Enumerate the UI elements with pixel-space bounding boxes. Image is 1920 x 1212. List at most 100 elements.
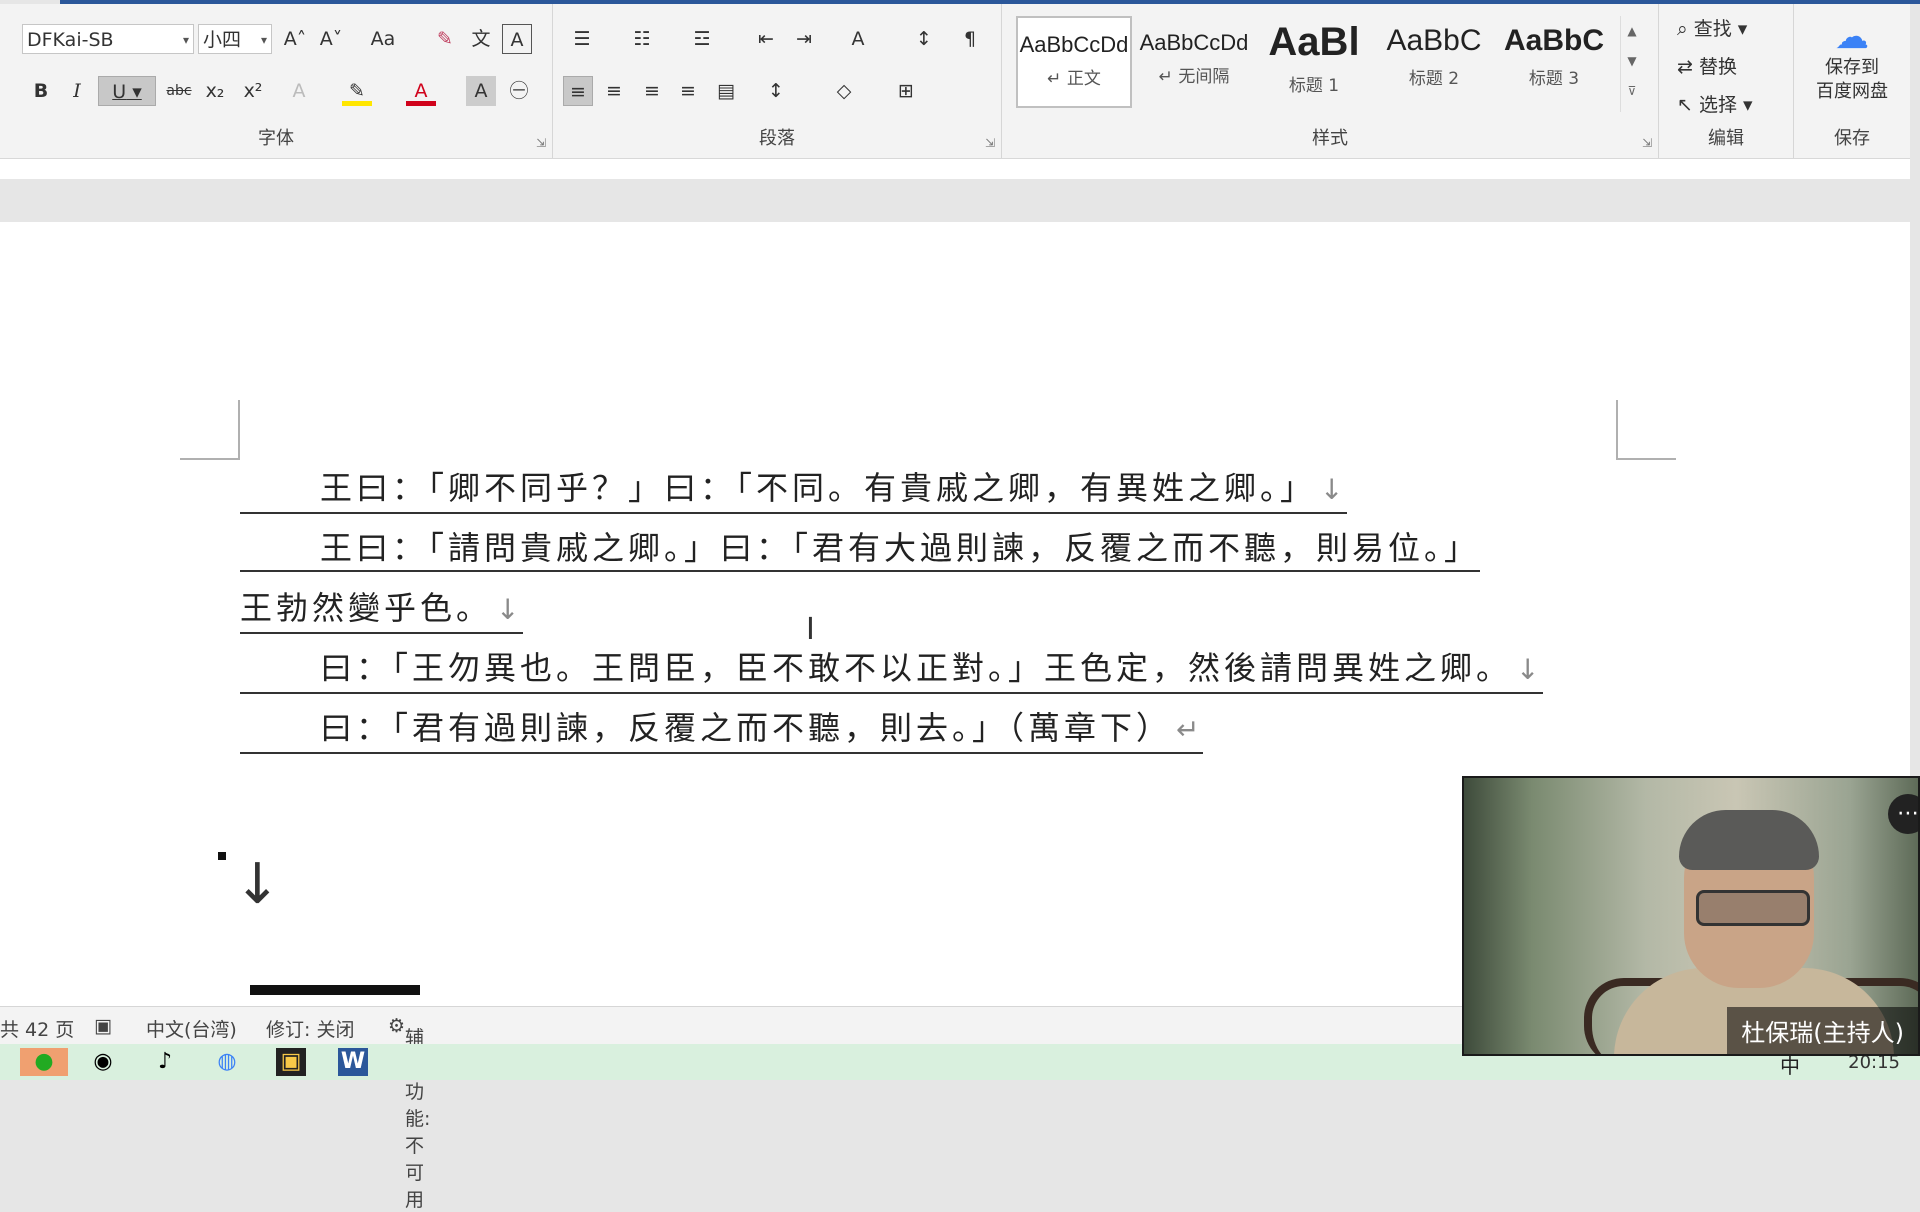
enclosed-char-button[interactable]: ㊀ xyxy=(504,76,534,106)
grow-font-icon: A˄ xyxy=(283,28,307,50)
shrink-font-icon: A˅ xyxy=(319,28,343,50)
char-border-button[interactable]: A xyxy=(502,24,532,54)
paragraph-mark-icon: ↓ xyxy=(1320,473,1348,506)
chat-icon[interactable]: ◍ xyxy=(212,1048,242,1076)
glasses xyxy=(1696,890,1810,926)
styles-scroll[interactable]: ▲ ▼ ⊽ xyxy=(1620,16,1643,112)
edit-group: ⌕ 查找 ▾ ⇄ 替换 ↖ 选择 ▾ 编辑 xyxy=(1659,4,1794,158)
save-to-baidu-button[interactable]: ☁ 保存到 百度网盘 xyxy=(1804,18,1900,104)
superscript-button[interactable]: x² xyxy=(238,76,268,106)
find-label: 查找 xyxy=(1693,18,1732,40)
line-text: 曰：「王勿異也。王問臣，臣不敢不以正對。」王色定，然後請問異姓之卿。 xyxy=(320,649,1513,687)
doc-paragraph-line[interactable]: 曰：「君有過則諫，反覆之而不聽，則去。」（萬章下） ↵ xyxy=(240,706,1204,754)
distributed-button[interactable]: ▤ xyxy=(711,76,741,106)
dialog-launcher-icon[interactable]: ⇲ xyxy=(985,136,995,150)
superscript-label: x² xyxy=(243,80,263,102)
text-direction-button[interactable]: A xyxy=(843,24,873,54)
style-heading-3[interactable]: AaBbC 标题 3 xyxy=(1496,16,1612,108)
grow-font-button[interactable]: A˄ xyxy=(280,24,310,54)
track-changes-status[interactable]: 修订: 关闭 xyxy=(266,1015,354,1042)
style-name: 标题 3 xyxy=(1528,69,1580,89)
align-left-button[interactable]: ≡ xyxy=(563,76,593,106)
shrink-font-button[interactable]: A˅ xyxy=(316,24,346,54)
style-normal[interactable]: AaBbCcDd ↵ 正文 xyxy=(1016,16,1132,108)
participant-name: 杜保瑞(主持人) xyxy=(1727,1007,1918,1054)
ribbon: DFKai-SB ▾ 小四 ▾ A˄ A˅ Aa ✎ 文 A B I U ▾ abc… xyxy=(0,4,1910,159)
video-thumbnail[interactable]: ⋯ 杜保瑞(主持人) xyxy=(1462,776,1920,1056)
multilevel-list-button[interactable]: ☲ xyxy=(687,24,717,54)
find-button[interactable]: ⌕ 查找 ▾ xyxy=(1677,14,1747,41)
justify-button[interactable]: ≡ xyxy=(673,76,703,106)
cloud-icon: ☁ xyxy=(1835,17,1869,57)
select-button[interactable]: ↖ 选择 ▾ xyxy=(1677,90,1753,117)
line-text: 曰：「君有過則諫，反覆之而不聽，則去。」（萬章下） xyxy=(320,709,1173,747)
replace-button[interactable]: ⇄ 替换 xyxy=(1677,52,1737,79)
doc-paragraph-line[interactable]: 王勃然變乎色。 ↓ xyxy=(240,586,524,634)
font-color-button[interactable]: A xyxy=(406,76,436,106)
style-sample: AaBl xyxy=(1268,20,1360,64)
doc-paragraph-line[interactable]: 王曰：「卿不同乎？」曰：「不同。有貴戚之卿，有異姓之卿。」 ↓ xyxy=(240,466,1348,514)
style-name: 标题 2 xyxy=(1408,69,1460,89)
styles-group-label: 样式 xyxy=(1312,128,1348,149)
dialog-launcher-icon[interactable]: ⇲ xyxy=(536,136,546,150)
paragraph-group: ☰ ☷ ☲ ⇤ ⇥ A ↕ ¶ ≡ ≡ ≡ ≡ ▤ ↕ ◇ ⊞ 段落 ⇲ xyxy=(553,4,1002,158)
media-app-icon[interactable]: ▣ xyxy=(276,1048,306,1076)
text-cursor-icon: I xyxy=(806,612,815,647)
ribbon-spacer xyxy=(0,159,1910,179)
chevron-down-icon: ▾ xyxy=(260,33,267,47)
font-family-select[interactable]: DFKai-SB ▾ xyxy=(22,24,194,54)
paragraph-group-label: 段落 xyxy=(759,128,795,149)
sort-button[interactable]: ↕ xyxy=(909,24,939,54)
font-group: DFKai-SB ▾ 小四 ▾ A˄ A˅ Aa ✎ 文 A B I U ▾ abc… xyxy=(0,4,553,158)
align-center-button[interactable]: ≡ xyxy=(599,76,629,106)
underline-button[interactable]: U ▾ xyxy=(98,76,156,106)
subscript-button[interactable]: x₂ xyxy=(200,76,230,106)
language-status[interactable]: 中文(台湾) xyxy=(146,1015,237,1042)
doc-paragraph-line[interactable]: 王曰：「請問貴戚之卿。」曰：「君有大過則諫，反覆之而不聽，則易位。」 xyxy=(240,526,1481,572)
italic-button[interactable]: I xyxy=(62,76,92,106)
show-marks-button[interactable]: ¶ xyxy=(955,24,985,54)
empty-paragraph-mark-icon: ↓ xyxy=(234,852,281,917)
app-icon[interactable]: ◉ xyxy=(88,1048,118,1076)
borders-button[interactable]: ⊞ xyxy=(891,76,921,106)
change-case-button[interactable]: Aa xyxy=(360,24,406,54)
more-options-icon[interactable]: ⋯ xyxy=(1888,794,1918,834)
style-sample: AaBbC xyxy=(1503,24,1604,57)
highlight-button[interactable]: ✎ xyxy=(342,76,372,106)
proofing-icon[interactable]: ▣ xyxy=(94,1015,112,1037)
page-count[interactable]: 共 42 页 xyxy=(0,1015,74,1042)
dialog-launcher-icon[interactable]: ⇲ xyxy=(1642,136,1652,150)
char-shading-button[interactable]: A xyxy=(466,76,496,106)
style-heading-2[interactable]: AaBbC 标题 2 xyxy=(1376,16,1492,108)
bullets-button[interactable]: ☰ xyxy=(567,24,597,54)
microphone-icon[interactable]: ♪ xyxy=(150,1048,180,1076)
line-spacing-button[interactable]: ↕ xyxy=(761,76,791,106)
font-size-select[interactable]: 小四 ▾ xyxy=(198,24,272,54)
select-label: 选择 xyxy=(1698,94,1737,116)
word-icon[interactable]: W xyxy=(338,1048,368,1076)
style-sample: AaBbCcDd xyxy=(1019,32,1129,57)
person-hair xyxy=(1679,810,1819,870)
font-family-value: DFKai-SB xyxy=(27,29,114,51)
paragraph-mark-icon: ↓ xyxy=(496,593,524,626)
style-sample: AaBbCcDd xyxy=(1139,30,1249,55)
style-heading-1[interactable]: AaBl 标题 1 xyxy=(1256,16,1372,108)
increase-indent-button[interactable]: ⇥ xyxy=(789,24,819,54)
strikethrough-button[interactable]: abc xyxy=(164,76,194,106)
doc-paragraph-line[interactable]: 曰：「王勿異也。王問臣，臣不敢不以正對。」王色定，然後請問異姓之卿。 ↓ xyxy=(240,646,1544,694)
clear-format-button[interactable]: ✎ xyxy=(430,24,460,54)
change-case-label: Aa xyxy=(370,28,396,50)
phonetic-guide-button[interactable]: 文 xyxy=(466,24,496,54)
numbering-button[interactable]: ☷ xyxy=(627,24,657,54)
decrease-indent-button[interactable]: ⇤ xyxy=(751,24,781,54)
text-effects-button[interactable]: A xyxy=(284,76,314,106)
font-size-value: 小四 xyxy=(203,29,242,51)
style-name: ↵ 无间隔 xyxy=(1158,67,1230,87)
align-right-button[interactable]: ≡ xyxy=(637,76,667,106)
bold-button[interactable]: B xyxy=(26,76,56,106)
style-no-spacing[interactable]: AaBbCcDd ↵ 无间隔 xyxy=(1136,16,1252,108)
accessibility-status[interactable]: ⚙辅助功能: 不可用 xyxy=(388,1015,430,1211)
wechat-icon[interactable]: ● xyxy=(20,1048,68,1076)
line-text: 王勃然變乎色。 xyxy=(240,589,493,627)
shading-button[interactable]: ◇ xyxy=(829,76,859,106)
